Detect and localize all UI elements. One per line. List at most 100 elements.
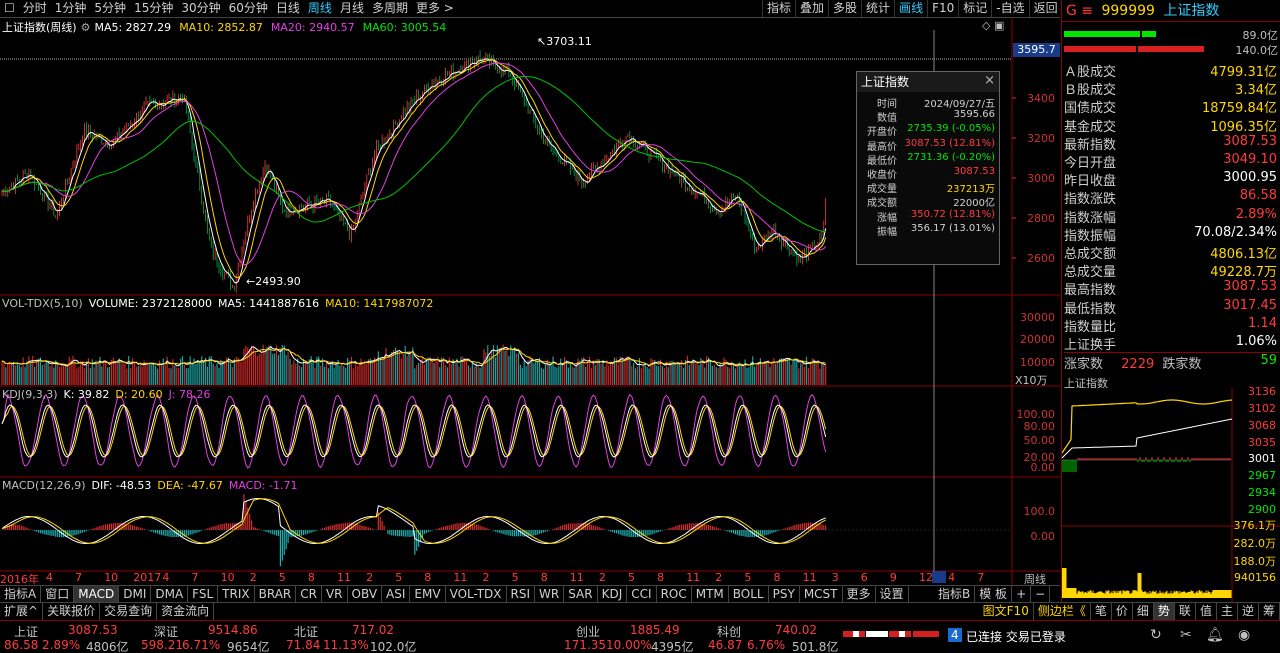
tab-23[interactable]: MCST [800, 586, 843, 602]
x-tick-27: 11 [802, 571, 817, 584]
quote-value: 18759.84亿 [1201, 101, 1277, 117]
x-tick-32: 4 [948, 571, 956, 584]
tab-right-3[interactable]: − [1031, 585, 1051, 602]
indicator-tab-right: 指标B 模 板 + − [934, 585, 1051, 602]
side-function-7[interactable]: 值 [1196, 603, 1217, 620]
tab-21[interactable]: BOLL [729, 586, 769, 602]
chart-corner-icons[interactable]: ◇ ▣ [982, 19, 1004, 32]
side-function-2[interactable]: 笔 [1091, 603, 1112, 620]
function-1[interactable]: 关联报价 [43, 603, 101, 620]
timeframe-1[interactable]: 1分钟 [51, 0, 91, 17]
quote-label: 最新指数 [1064, 137, 1117, 153]
timeframe-8[interactable]: 月线 [336, 0, 368, 17]
mini-vol-tick-0: 376.1万 [1233, 519, 1277, 532]
tab-1[interactable]: 窗口 [41, 586, 75, 602]
tab-15[interactable]: WR [535, 586, 565, 602]
timeframe-2[interactable]: 5分钟 [90, 0, 130, 17]
tab-18[interactable]: CCI [627, 586, 657, 602]
side-function-0[interactable]: 图文F10 [979, 603, 1034, 620]
timeframe-4[interactable]: 30分钟 [177, 0, 224, 17]
tab-20[interactable]: MTM [692, 586, 729, 602]
tab-9[interactable]: VR [322, 586, 348, 602]
tab-right-0[interactable]: 指标B [934, 585, 976, 602]
tab-7[interactable]: BRAR [255, 586, 297, 602]
tab-22[interactable]: PSY [769, 586, 800, 602]
quote-label: 基金成交 [1064, 119, 1117, 135]
toolbar-button-8[interactable]: 返回 [1028, 0, 1062, 17]
toolbar-button-2[interactable]: 多股 [828, 0, 861, 17]
kdj-title: KDJ(9,3,3) [2, 388, 58, 401]
tab-19[interactable]: ROC [657, 586, 692, 602]
side-function-9[interactable]: 逆 [1238, 603, 1259, 620]
main-y-tick-0: 3400 [1027, 92, 1055, 105]
function-3[interactable]: 资金流向 [157, 603, 215, 620]
bar-gap [1140, 31, 1142, 37]
toolbar-button-1[interactable]: 叠加 [795, 0, 828, 17]
menu-icon[interactable]: ☐ [0, 0, 19, 17]
main-y-tick-3: 2800 [1027, 212, 1055, 225]
ma-legend-2: MA20: 2940.57 [270, 20, 355, 34]
close-icon[interactable]: × [984, 73, 995, 88]
tab-4[interactable]: DMA [151, 586, 189, 602]
tab-2[interactable]: MACD [74, 586, 120, 602]
function-2[interactable]: 交易查询 [100, 603, 158, 620]
tab-10[interactable]: OBV [348, 586, 383, 602]
settings-icon[interactable]: ⚙ [81, 21, 91, 34]
quote-menu-icon[interactable]: G ≡ [1066, 3, 1093, 19]
function-0[interactable]: 扩展^ [0, 603, 44, 620]
toolbar-button-3[interactable]: 统计 [861, 0, 894, 17]
tooltip-key: 涨幅 [877, 212, 897, 224]
tab-12[interactable]: EMV [410, 586, 446, 602]
tab-right-1[interactable]: 模 板 [975, 585, 1013, 602]
tab-5[interactable]: FSL [188, 586, 219, 602]
side-function-8[interactable]: 主 [1217, 603, 1238, 620]
x-tick-16: 2 [482, 571, 490, 584]
timeframe-6[interactable]: 日线 [272, 0, 304, 17]
timeframe-3[interactable]: 15分钟 [130, 0, 177, 17]
tab-25[interactable]: 设置 [876, 586, 909, 602]
bell-icon[interactable]: 🔔︎ [1206, 627, 1224, 643]
toolbar-button-7[interactable]: -自选 [991, 0, 1028, 17]
timeframe-5[interactable]: 60分钟 [225, 0, 272, 17]
tab-17[interactable]: KDJ [598, 586, 628, 602]
tools-icon[interactable]: ✂ [1180, 627, 1192, 643]
timeframe-0[interactable]: 分时 [19, 0, 51, 17]
refresh-icon[interactable]: ↻ [1150, 627, 1162, 643]
tab-16[interactable]: SAR [564, 586, 598, 602]
side-function-1[interactable]: 侧边栏《 [1034, 603, 1091, 620]
tab-14[interactable]: RSI [507, 586, 536, 602]
macd-dea: DEA: -47.67 [157, 479, 223, 492]
quote-label: 最低指数 [1064, 301, 1117, 317]
tab-right-2[interactable]: + [1012, 585, 1032, 602]
tab-0[interactable]: 指标A [0, 586, 42, 602]
quote-row: 指数涨幅 2.89% [1064, 207, 1279, 226]
quote-value: 1.06% [1235, 334, 1277, 349]
quote-value: 70.08/2.34% [1194, 224, 1277, 240]
toolbar-button-5[interactable]: F10 [927, 0, 958, 17]
tab-3[interactable]: DMI [119, 586, 152, 602]
vol-volume: VOLUME: 2372128000 [88, 297, 212, 310]
tab-6[interactable]: TRIX [218, 586, 255, 602]
side-function-5[interactable]: 势 [1153, 603, 1175, 620]
broadcast-icon[interactable]: ◉ [1238, 627, 1250, 643]
side-function-4[interactable]: 细 [1133, 603, 1154, 620]
side-function-6[interactable]: 联 [1175, 603, 1196, 620]
timeframe-7[interactable]: 周线 [304, 0, 336, 17]
mini-y-tick-5: 2967 [1248, 469, 1276, 482]
tab-13[interactable]: VOL-TDX [446, 586, 507, 602]
side-function-10[interactable]: 筹 [1259, 603, 1280, 620]
vol-y-tick-0: 30000 [1020, 311, 1055, 324]
tooltip-value: 2024/09/27/五 [923, 99, 995, 110]
side-function-3[interactable]: 价 [1112, 603, 1133, 620]
macd-y-tick-1: 0.00 [1030, 530, 1056, 543]
toolbar-button-0[interactable]: 指标 [762, 0, 795, 17]
tooltip-value: 350.72 (12.81%) [910, 208, 995, 220]
tab-24[interactable]: 更多 [843, 586, 876, 602]
tooltip-key: 最高价 [867, 141, 897, 153]
toolbar-button-6[interactable]: 标记 [958, 0, 991, 17]
tab-11[interactable]: ASI [382, 586, 411, 602]
timeframe-9[interactable]: 多周期 [368, 0, 412, 17]
tab-8[interactable]: CR [296, 586, 322, 602]
timeframe-10[interactable]: 更多 > [412, 0, 458, 17]
toolbar-button-4[interactable]: 画线 [894, 0, 927, 17]
